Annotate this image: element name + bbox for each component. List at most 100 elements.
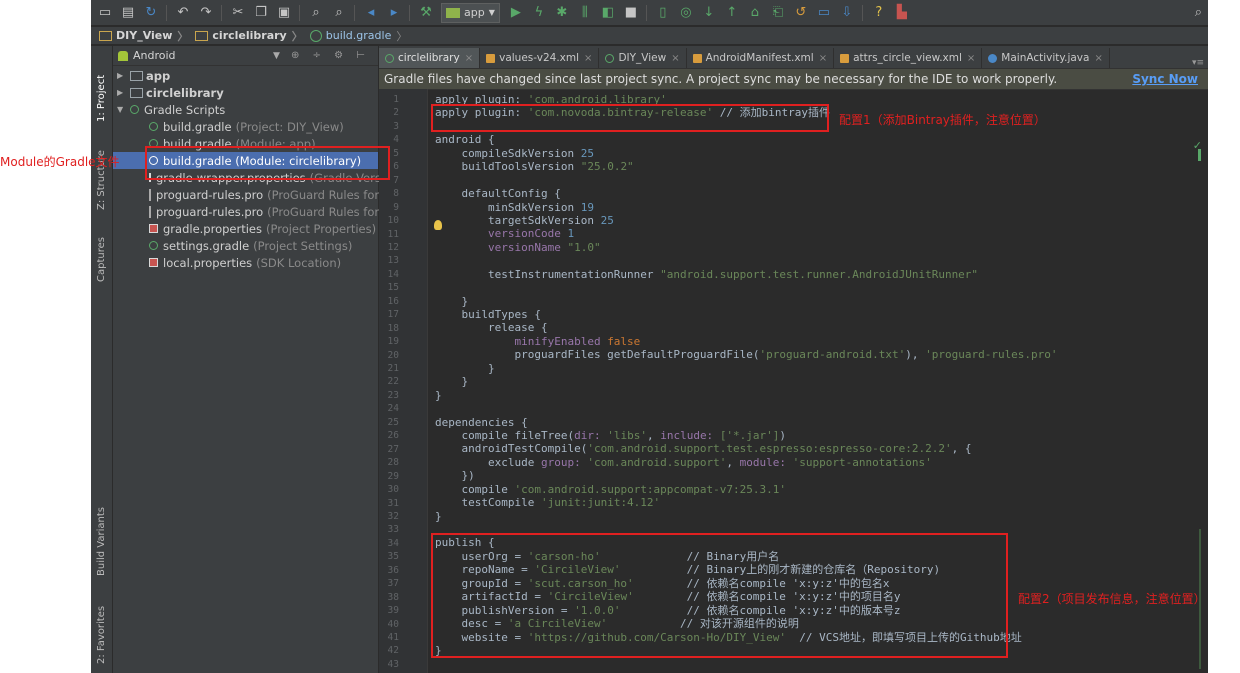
forward-icon[interactable]: ▸ (386, 5, 402, 21)
device-monitor-icon[interactable]: ▭ (816, 5, 832, 21)
help-icon[interactable]: ? (871, 5, 887, 21)
tree-item-settings-gradle[interactable]: settings.gradle (Project Settings) (113, 237, 378, 254)
save-icon[interactable]: ▤ (120, 5, 136, 21)
vcs-revert-icon[interactable]: ⎗ (770, 5, 786, 21)
attach-icon[interactable]: ✱ (554, 5, 570, 21)
tab-attrs-circle-view[interactable]: attrs_circle_view.xml × (834, 48, 983, 68)
debug-icon[interactable]: ϟ (531, 5, 547, 21)
tree-item-app[interactable]: ▶ app (113, 67, 378, 84)
run-icon[interactable]: ▶ (508, 5, 524, 21)
terminal-icon[interactable]: ▙ (894, 5, 910, 21)
code-line: compile 'com.android.support:appcompat-v… (435, 482, 787, 496)
line-number: 30 (387, 484, 399, 496)
line-number: 36 (387, 564, 399, 576)
sync-now-link[interactable]: Sync Now (1132, 72, 1198, 86)
tree-item-build-gradle-project[interactable]: build.gradle (Project: DIY_View) (113, 118, 378, 135)
tab-android-manifest[interactable]: AndroidManifest.xml × (687, 48, 835, 68)
sync-icon[interactable]: ↻ (143, 5, 159, 21)
tree-item-proguard-circle[interactable]: proguard-rules.pro (ProGuard Rules for c… (113, 203, 392, 220)
cut-icon[interactable]: ✂ (230, 5, 246, 21)
run-config-label: app (464, 6, 485, 19)
line-number: 28 (387, 457, 399, 469)
close-icon[interactable]: × (819, 53, 827, 64)
tab-diy-view[interactable]: DIY_View × (599, 48, 687, 68)
close-icon[interactable]: × (1094, 53, 1102, 64)
chevron-down-icon[interactable]: ▼ (117, 105, 127, 114)
close-icon[interactable]: × (584, 53, 592, 64)
avd-icon[interactable]: ▯ (655, 5, 671, 21)
code-line: } (435, 294, 469, 308)
stop-icon[interactable]: ■ (623, 5, 639, 21)
code-line: compileSdkVersion 25 (435, 146, 594, 160)
tree-item-local-properties[interactable]: local.properties (SDK Location) (113, 254, 378, 271)
tool-tab-build-variants[interactable]: Build Variants (93, 491, 110, 576)
search-icon[interactable]: ⌕ (1195, 5, 1202, 20)
tree-item-gradle-scripts[interactable]: ▼ Gradle Scripts (113, 101, 378, 118)
project-view-mode[interactable]: Android (133, 49, 176, 62)
close-icon[interactable]: × (671, 53, 679, 64)
coverage-icon[interactable]: ⫼ (577, 5, 593, 21)
tab-values-v24[interactable]: values-v24.xml × (480, 48, 600, 68)
line-number: 13 (387, 255, 399, 267)
line-number: 21 (387, 363, 399, 374)
open-icon[interactable]: ▭ (97, 5, 113, 21)
tab-circlelibrary[interactable]: circlelibrary × (379, 48, 481, 68)
back-icon[interactable]: ◂ (363, 5, 379, 21)
tool-tab-project[interactable]: 1: Project (93, 52, 110, 122)
chevron-down-icon[interactable]: ▼ (273, 51, 280, 61)
gradle-sync-icon[interactable]: ◎ (678, 5, 694, 21)
ide-window: ▭ ▤ ↻ ↶ ↷ ✂ ❐ ▣ ⌕ ⌕ ◂ ▸ ⚒ app ▼ ▶ ϟ ✱ ⫼ … (91, 0, 1208, 673)
gradle-icon (149, 241, 158, 250)
xml-file-icon (692, 53, 702, 63)
close-icon[interactable]: × (465, 53, 473, 64)
vcs-history-icon[interactable]: ⌂ (747, 5, 763, 21)
chevron-right-icon: 〉 (177, 29, 189, 43)
highlight-box-config2 (431, 533, 1008, 658)
close-icon[interactable]: × (967, 53, 975, 64)
tool-tab-captures[interactable]: Captures (93, 222, 110, 282)
line-number: 20 (387, 349, 399, 361)
chevron-right-icon[interactable]: ▶ (117, 88, 127, 97)
undo-icon[interactable]: ↶ (175, 5, 191, 21)
run-configuration-select[interactable]: app ▼ (441, 2, 500, 23)
tool-tab-structure[interactable]: Z: Structure (93, 130, 110, 210)
breadcrumb-file[interactable]: build.gradle 〉 (309, 28, 411, 44)
find-icon[interactable]: ⌕ (308, 5, 324, 21)
redo-icon[interactable]: ↷ (198, 5, 214, 21)
make-icon[interactable]: ⚒ (418, 5, 434, 21)
annotation-config2: 配置2（项目发布信息，注意位置） (1018, 592, 1206, 606)
vcs-update-icon[interactable]: ↓ (701, 5, 717, 21)
tab-main-activity[interactable]: MainActivity.java × (982, 48, 1110, 68)
line-number: 16 (387, 295, 399, 307)
download-icon[interactable]: ⇩ (839, 5, 855, 21)
vcs-commit-icon[interactable]: ↑ (724, 5, 740, 21)
replace-icon[interactable]: ⌕ (331, 5, 347, 21)
gradle-icon (385, 53, 394, 63)
annotation-config1: 配置1（添加Bintray插件，注意位置） (839, 113, 1046, 127)
navigation-bar: DIY_View 〉 circlelibrary 〉 build.gradle … (91, 27, 1208, 45)
line-number: 15 (387, 282, 399, 294)
line-number: 2 (393, 107, 399, 119)
breadcrumb-module[interactable]: circlelibrary 〉 (195, 28, 305, 44)
tool-tab-favorites[interactable]: 2: Favorites (93, 594, 110, 664)
profile-icon[interactable]: ◧ (600, 5, 616, 21)
tree-item-circlelibrary[interactable]: ▶ circlelibrary (113, 84, 378, 101)
code-line: targetSdkVersion 25 (435, 213, 614, 227)
code-line: minSdkVersion 19 (435, 200, 594, 214)
tab-list-menu-icon[interactable]: ▾≡ (1192, 58, 1208, 68)
line-number: 9 (393, 201, 399, 213)
panel-settings-icons[interactable]: ⊕ ÷ ⚙ ⊢ (291, 50, 370, 61)
chevron-right-icon[interactable]: ▶ (117, 71, 127, 80)
code-line: testCompile 'junit:junit:4.12' (435, 496, 661, 510)
sdk-icon[interactable]: ↺ (793, 5, 809, 21)
line-number: 8 (393, 188, 399, 200)
paste-icon[interactable]: ▣ (276, 5, 292, 21)
breadcrumb-project[interactable]: DIY_View 〉 (99, 28, 191, 44)
line-number: 24 (387, 403, 399, 415)
tree-item-proguard-app[interactable]: proguard-rules.pro (ProGuard Rules for a… (113, 186, 397, 203)
copy-icon[interactable]: ❐ (253, 5, 269, 21)
tree-item-gradle-properties[interactable]: gradle.properties (Project Properties) (113, 220, 378, 237)
chevron-down-icon: ▼ (488, 8, 495, 17)
line-number: 29 (387, 470, 399, 482)
